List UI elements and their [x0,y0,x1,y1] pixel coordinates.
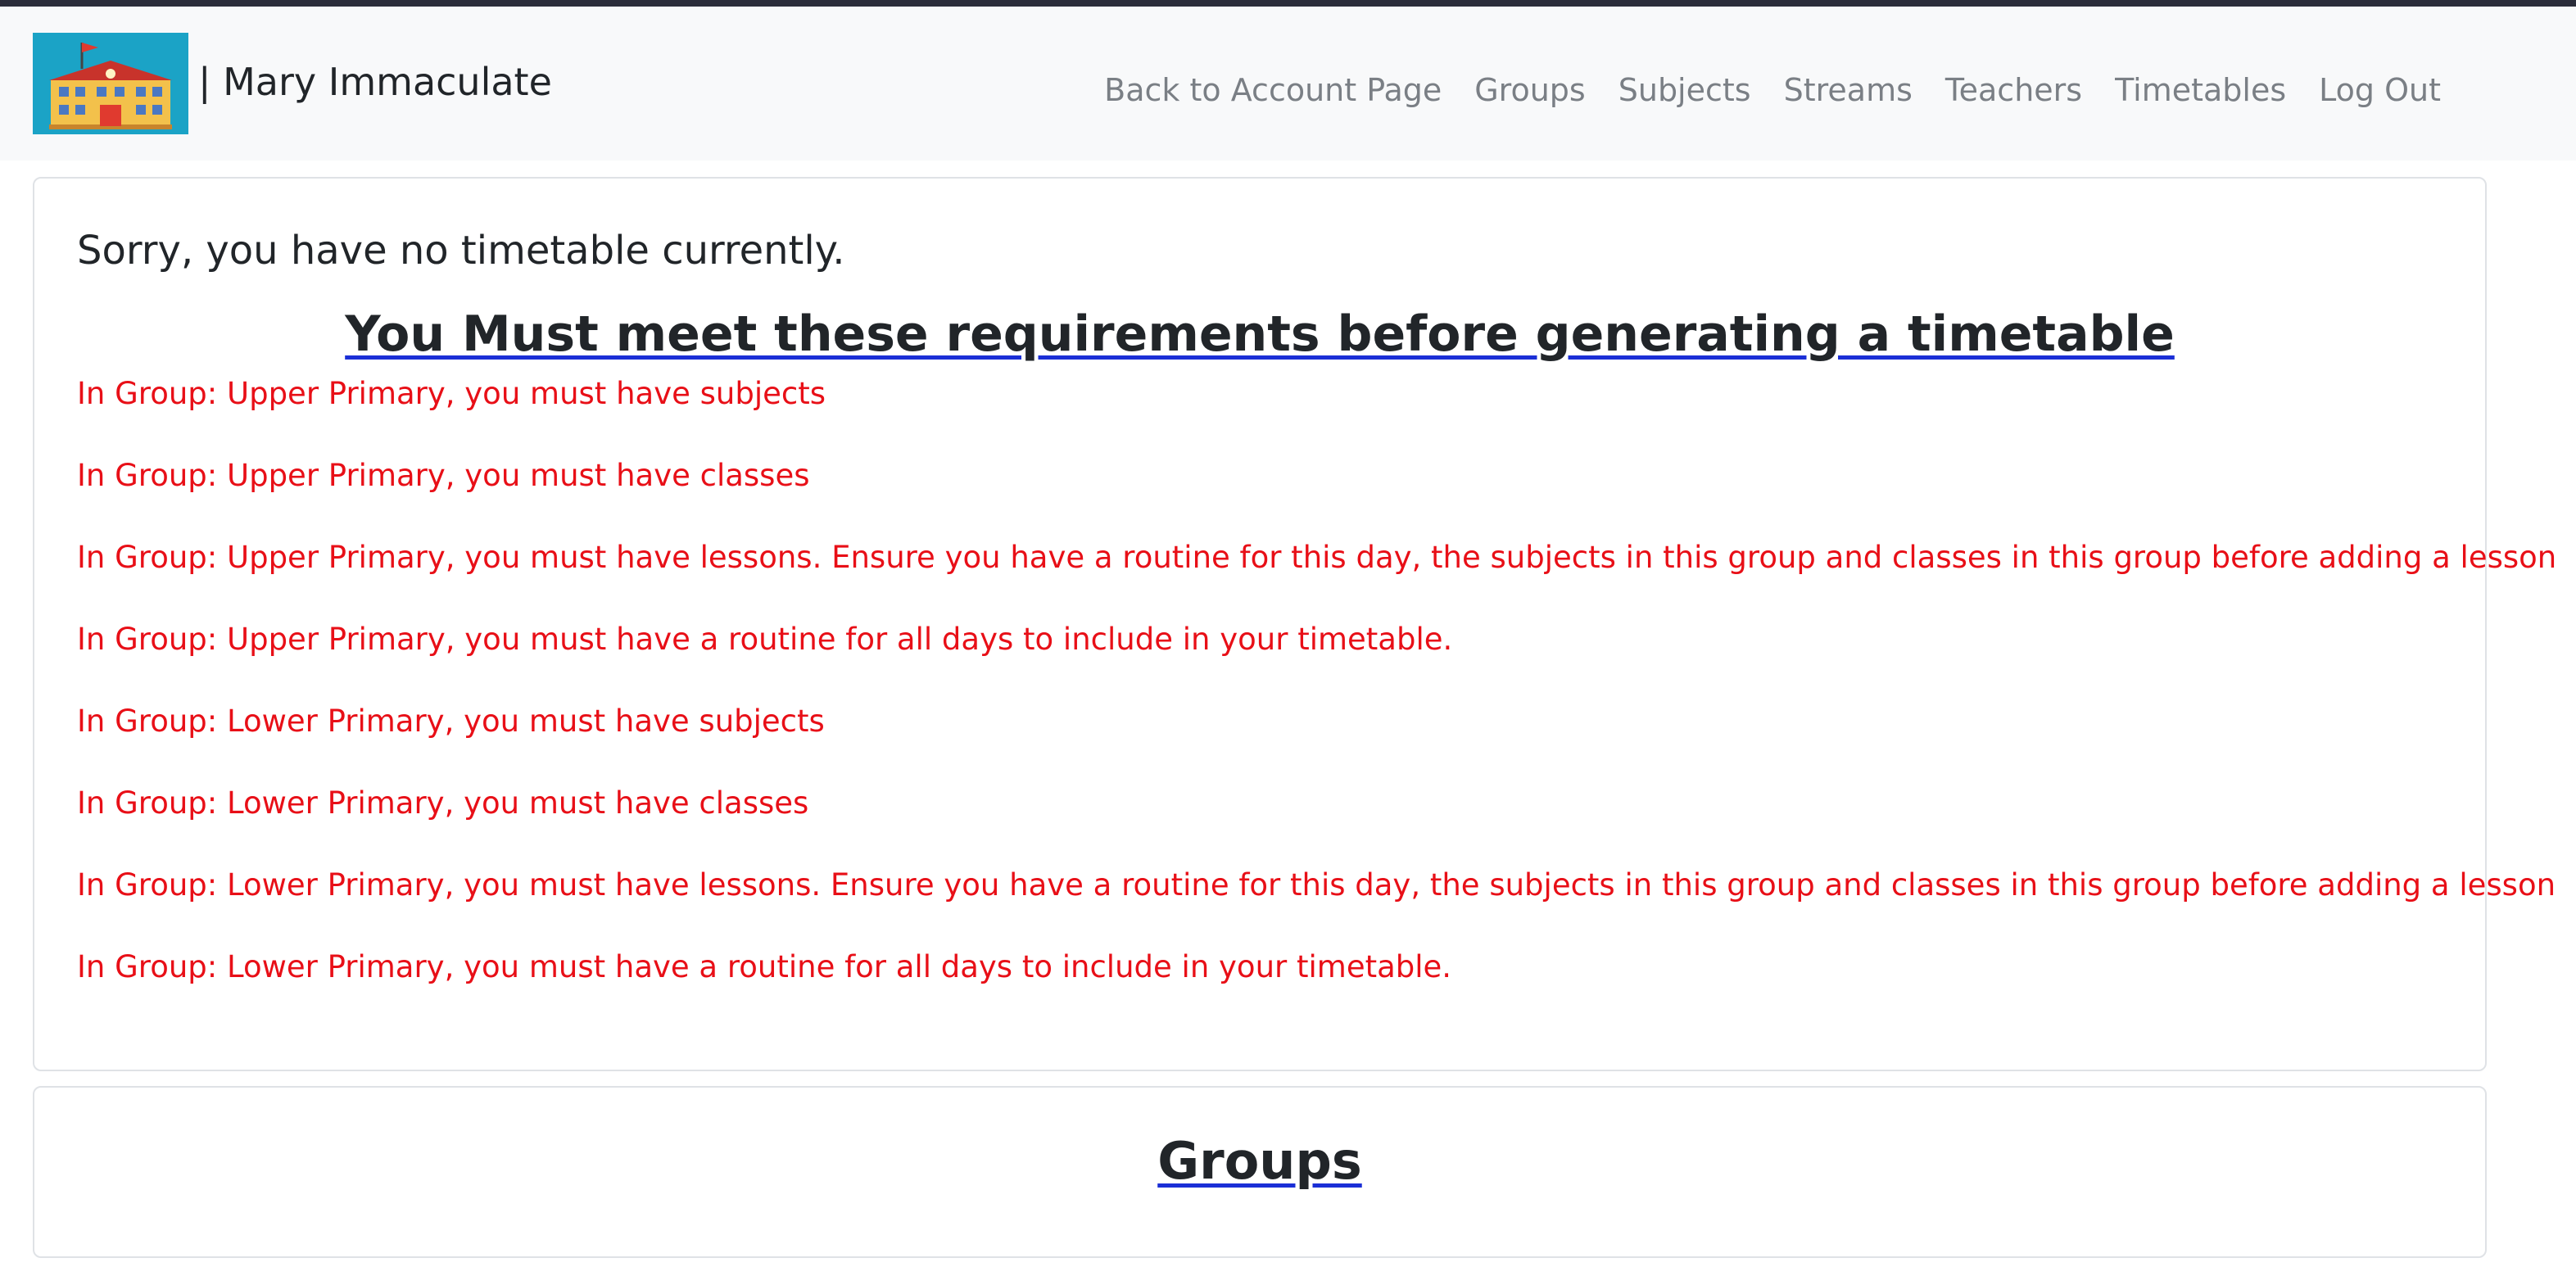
requirement-error: In Group: Upper Primary, you must have c… [77,458,810,493]
nav-subjects[interactable]: Subjects [1618,66,1751,115]
nav-back-to-account[interactable]: Back to Account Page [1104,66,1442,115]
no-timetable-message: Sorry, you have no timetable currently. [77,228,845,274]
brand-title[interactable]: | Mary Immaculate [198,57,552,106]
nav-streams[interactable]: Streams [1784,66,1913,115]
requirement-error: In Group: Lower Primary, you must have s… [77,704,825,739]
requirement-error: In Group: Lower Primary, you must have l… [77,867,2556,903]
requirement-error: In Group: Lower Primary, you must have c… [77,785,809,821]
nav-log-out[interactable]: Log Out [2319,66,2441,115]
nav-timetables[interactable]: Timetables [2115,66,2286,115]
groups-card: Groups [33,1086,2487,1258]
requirement-error: In Group: Upper Primary, you must have a… [77,622,1453,657]
school-building-icon[interactable] [33,33,188,134]
groups-heading: Groups [1157,1131,1362,1191]
navbar: | Mary Immaculate Back to Account Page G… [0,7,2576,161]
nav-links: Back to Account Page Groups Subjects Str… [1071,66,2441,115]
requirements-list: In Group: Upper Primary, you must have s… [77,373,2556,1029]
nav-groups[interactable]: Groups [1474,66,1586,115]
requirement-error: In Group: Lower Primary, you must have a… [77,949,1452,984]
requirement-error: In Group: Upper Primary, you must have s… [77,376,826,411]
nav-teachers[interactable]: Teachers [1945,66,2082,115]
requirement-error: In Group: Upper Primary, you must have l… [77,540,2557,575]
requirements-heading: You Must meet these requirements before … [345,305,2175,363]
timetable-requirements-card: Sorry, you have no timetable currently. … [33,177,2556,1071]
window-top-border [0,0,2576,7]
